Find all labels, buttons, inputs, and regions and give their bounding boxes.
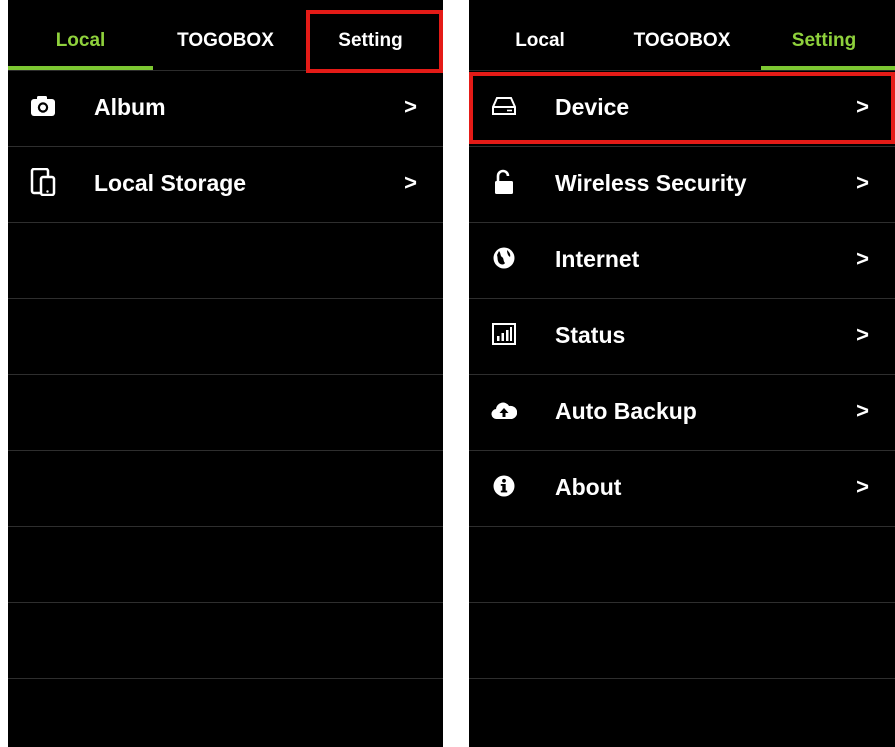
empty-row — [469, 679, 895, 747]
tab-togobox[interactable]: TOGOBOX — [611, 0, 753, 70]
camera-icon — [30, 93, 56, 119]
tab-togobox[interactable]: TOGOBOX — [153, 0, 298, 70]
unlock-icon — [491, 169, 517, 195]
tab-setting[interactable]: Setting — [298, 0, 443, 70]
empty-row — [469, 527, 895, 603]
empty-row — [8, 527, 443, 603]
empty-row — [8, 451, 443, 527]
wireless-security-label: Wireless Security — [555, 170, 747, 196]
empty-row — [8, 299, 443, 375]
globe-icon — [491, 245, 517, 271]
list-item-wireless-security[interactable]: Wireless Security > — [469, 147, 895, 223]
active-tab-indicator — [761, 66, 895, 70]
cloud-upload-icon — [491, 397, 517, 423]
list-item-internet[interactable]: Internet > — [469, 223, 895, 299]
right-screen: Local TOGOBOX Setting Device > Wireless … — [469, 0, 895, 747]
hard-drive-icon — [491, 93, 517, 119]
empty-row — [8, 679, 443, 747]
album-label: Album — [94, 94, 166, 120]
chevron-right-icon: > — [404, 94, 417, 119]
internet-label: Internet — [555, 246, 640, 272]
list-item-about[interactable]: About > — [469, 451, 895, 527]
device-label: Device — [555, 94, 630, 120]
tab-bar: Local TOGOBOX Setting — [469, 0, 895, 71]
chevron-right-icon: > — [856, 170, 869, 195]
empty-row — [8, 603, 443, 679]
list-item-album[interactable]: Album > — [8, 71, 443, 147]
chevron-right-icon: > — [856, 246, 869, 271]
active-tab-indicator — [8, 66, 153, 70]
devices-icon — [30, 168, 56, 196]
empty-row — [8, 375, 443, 451]
tab-setting[interactable]: Setting — [753, 0, 895, 70]
tab-bar: Local TOGOBOX Setting — [8, 0, 443, 71]
left-screen: Local TOGOBOX Setting Album > Local Stor… — [8, 0, 443, 747]
bar-chart-icon — [491, 321, 517, 347]
local-storage-label: Local Storage — [94, 170, 247, 196]
chevron-right-icon: > — [856, 94, 869, 119]
chevron-right-icon: > — [856, 474, 869, 499]
auto-backup-label: Auto Backup — [555, 398, 697, 424]
chevron-right-icon: > — [856, 322, 869, 347]
chevron-right-icon: > — [404, 170, 417, 195]
empty-row — [8, 223, 443, 299]
list-item-device[interactable]: Device > — [469, 71, 895, 147]
empty-row — [469, 603, 895, 679]
status-label: Status — [555, 322, 626, 348]
tab-local[interactable]: Local — [469, 0, 611, 70]
chevron-right-icon: > — [856, 398, 869, 423]
list-item-status[interactable]: Status > — [469, 299, 895, 375]
about-label: About — [555, 474, 622, 500]
list-item-local-storage[interactable]: Local Storage > — [8, 147, 443, 223]
tab-local[interactable]: Local — [8, 0, 153, 70]
info-icon — [491, 473, 517, 499]
list-item-auto-backup[interactable]: Auto Backup > — [469, 375, 895, 451]
